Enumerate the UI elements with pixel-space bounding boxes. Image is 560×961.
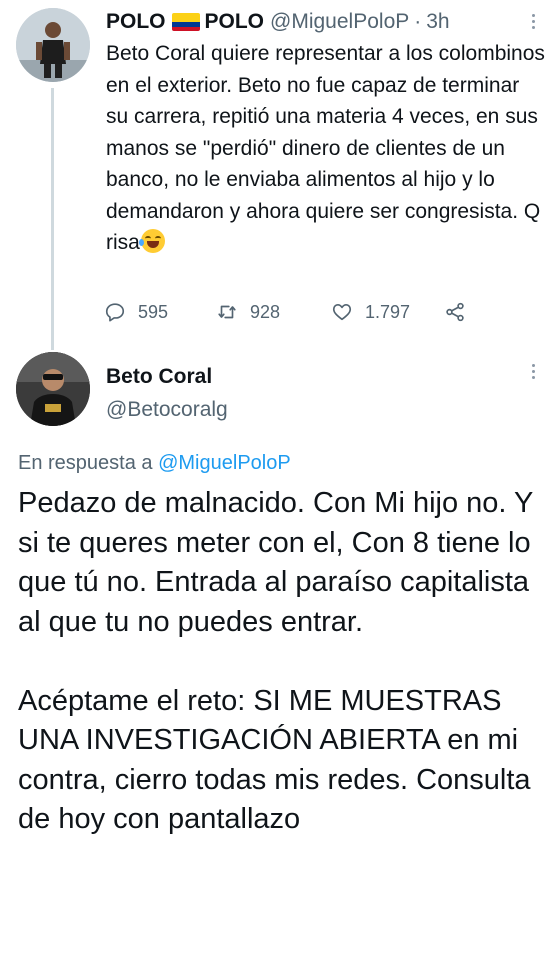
more-icon[interactable] — [522, 364, 544, 386]
tears-of-joy-emoji-icon — [138, 229, 165, 253]
tweet2-text: Pedazo de malnacido. Con Mi hijo no. Y s… — [18, 484, 548, 840]
tweet1-header: POLO POLO @MiguelPoloP · 3h — [106, 8, 450, 36]
author-handle[interactable]: @MiguelPoloP — [270, 8, 409, 36]
reply-button[interactable]: 595 — [104, 298, 168, 326]
tweet2-paragraph-1: Pedazo de malnacido. Con Mi hijo no. Y s… — [18, 487, 533, 638]
author-name-left[interactable]: POLO — [106, 8, 166, 36]
tweet1-text-content: Beto Coral quiere representar a los colo… — [106, 42, 545, 254]
like-icon — [332, 304, 352, 321]
tweet2-paragraph-2: Acéptame el reto: SI ME MUESTRAS UNA INV… — [18, 684, 531, 836]
share-button[interactable] — [444, 298, 466, 326]
author-name[interactable]: Beto Coral — [106, 363, 212, 391]
like-count: 1.797 — [365, 301, 411, 322]
retweet-count: 928 — [250, 301, 281, 322]
reply-prefix: En respuesta a — [18, 452, 153, 474]
retweet-button[interactable]: 928 — [216, 298, 280, 326]
share-icon — [446, 302, 464, 322]
reply-context: En respuesta a @MiguelPoloP — [18, 449, 291, 477]
tweet1-actions: 595 928 1.797 — [104, 298, 484, 326]
more-icon[interactable] — [522, 14, 544, 36]
avatar-beto-coral[interactable] — [16, 352, 90, 426]
avatar-polo[interactable] — [16, 8, 90, 82]
colombia-flag-icon — [171, 13, 200, 31]
reply-icon — [105, 303, 125, 322]
tweet-time[interactable]: 3h — [426, 8, 449, 36]
author-handle[interactable]: @Betocoralg — [106, 396, 228, 424]
like-button[interactable]: 1.797 — [331, 298, 410, 326]
reply-count: 595 — [138, 301, 169, 322]
reply-mention-link[interactable]: @MiguelPoloP — [158, 452, 291, 474]
retweet-icon — [218, 305, 236, 319]
author-name-right[interactable]: POLO — [205, 8, 265, 36]
tweet1-text: Beto Coral quiere representar a los colo… — [106, 38, 546, 259]
thread-line — [51, 88, 54, 350]
separator-dot: · — [414, 10, 422, 33]
